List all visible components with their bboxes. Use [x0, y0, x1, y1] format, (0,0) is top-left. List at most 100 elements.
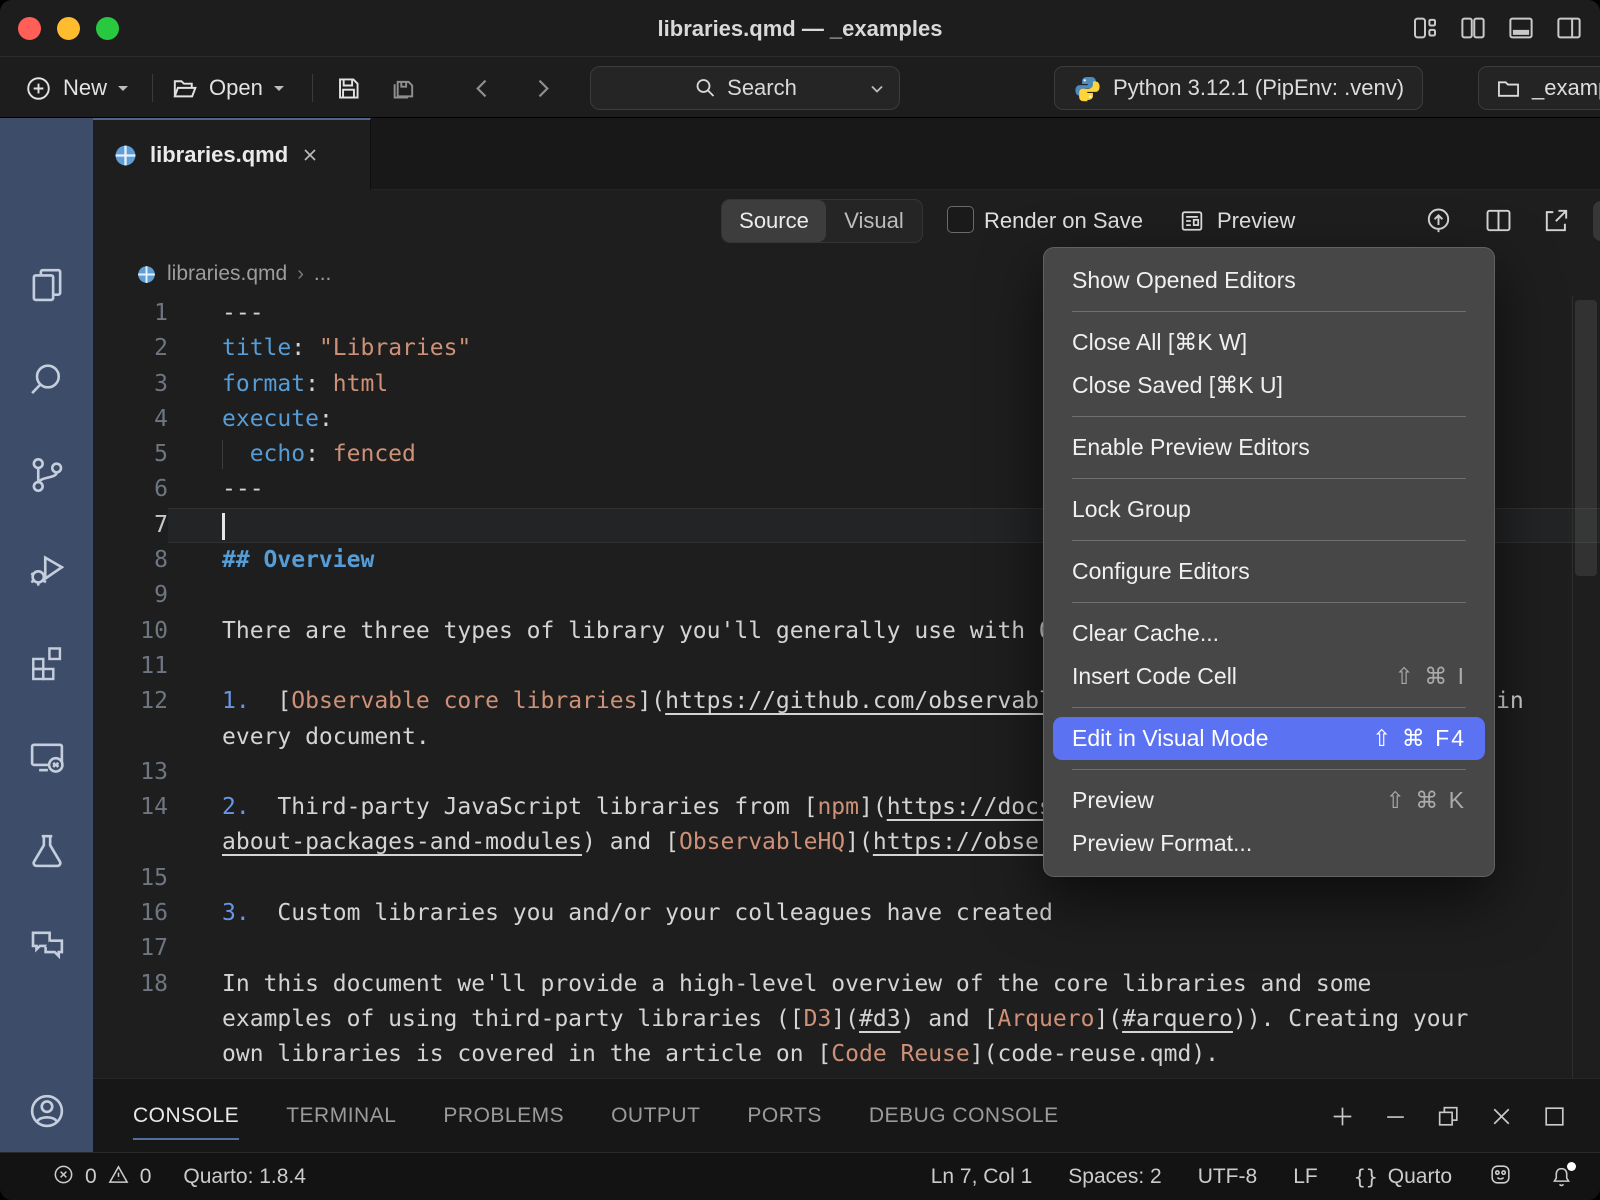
feedback-smiley-icon[interactable] [1488, 1162, 1513, 1193]
menu-item-enable-preview-editors[interactable]: Enable Preview Editors [1044, 426, 1494, 469]
line-number: 11 [93, 649, 168, 684]
new-console-plus-icon[interactable] [1329, 1103, 1356, 1135]
menu-item-close-all-k-w[interactable]: Close All [⌘K W] [1044, 321, 1494, 364]
editor-scrollbar-track [1572, 296, 1573, 1078]
restore-panel-icon[interactable] [1435, 1103, 1462, 1135]
save-icon [334, 74, 363, 103]
maximize-panel-icon[interactable] [1541, 1103, 1568, 1135]
new-button[interactable]: New [24, 58, 131, 118]
tab-libraries-qmd[interactable]: libraries.qmd [93, 118, 371, 190]
split-editor-layout-icon[interactable] [1458, 13, 1488, 48]
extensions-icon[interactable] [0, 642, 93, 684]
workspace-selector[interactable]: _examples [1478, 66, 1600, 110]
more-actions-button[interactable] [1593, 201, 1600, 241]
toolbar-separator [152, 74, 153, 102]
source-mode-button[interactable]: Source [722, 200, 826, 242]
editor-scrollbar-thumb[interactable] [1575, 300, 1597, 576]
breadcrumb-file: libraries.qmd [167, 262, 287, 286]
menu-shortcut: ⇧ ⌘ I [1395, 663, 1466, 690]
errors-icon[interactable] [52, 1163, 75, 1192]
run-debug-icon[interactable] [0, 548, 93, 590]
line-number [93, 1002, 168, 1037]
eol-status[interactable]: LF [1293, 1165, 1318, 1189]
split-editor-icon[interactable] [1483, 205, 1514, 241]
comments-icon[interactable] [0, 924, 93, 966]
preview-button[interactable]: Preview [1178, 190, 1295, 252]
source-control-icon[interactable] [0, 454, 93, 496]
menu-item-configure-editors[interactable]: Configure Editors [1044, 550, 1494, 593]
explorer-icon[interactable] [0, 264, 93, 306]
panel-tab-output[interactable]: OUTPUT [611, 1104, 700, 1128]
save-all-button[interactable] [388, 58, 417, 118]
menu-divider [1072, 478, 1466, 479]
testing-icon[interactable] [0, 830, 93, 872]
render-on-save-label: Render on Save [984, 190, 1143, 252]
menu-item-preview-format[interactable]: Preview Format... [1044, 822, 1494, 865]
account-icon[interactable] [0, 1090, 93, 1132]
line-number [93, 1037, 168, 1072]
menu-shortcut: ⇧ ⌘ K [1386, 787, 1466, 814]
menu-item-close-saved-k-u[interactable]: Close Saved [⌘K U] [1044, 364, 1494, 407]
close-tab-icon[interactable] [300, 145, 320, 165]
warnings-count[interactable]: 0 [140, 1165, 152, 1189]
breadcrumb-more: ... [314, 262, 332, 286]
menu-item-clear-cache[interactable]: Clear Cache... [1044, 612, 1494, 655]
errors-count[interactable]: 0 [85, 1165, 97, 1189]
close-panel-icon[interactable] [1488, 1103, 1515, 1135]
save-button[interactable] [334, 58, 363, 118]
chevron-down-icon [869, 81, 885, 97]
menu-divider [1072, 416, 1466, 417]
menu-item-insert-code-cell[interactable]: Insert Code Cell⇧ ⌘ I [1044, 655, 1494, 698]
forward-button[interactable] [528, 58, 557, 118]
open-button[interactable]: Open [170, 58, 287, 118]
menu-item-edit-in-visual-mode[interactable]: Edit in Visual Mode⇧ ⌘ F4 [1053, 717, 1485, 760]
title-bar: libraries.qmd — _examples [0, 0, 1600, 57]
source-visual-toggle: Source Visual [721, 199, 923, 243]
toggle-panel-icon[interactable] [1506, 13, 1536, 48]
open-in-new-window-icon[interactable] [1541, 205, 1572, 241]
line-number: 5 [93, 437, 168, 472]
search-icon[interactable] [0, 359, 93, 401]
customize-layout-icon[interactable] [1410, 13, 1440, 48]
visual-mode-button[interactable]: Visual [826, 200, 922, 242]
render-on-save-checkbox[interactable] [947, 206, 974, 233]
code-line: examples of using third-party libraries … [93, 1002, 1600, 1037]
folder-open-icon [170, 74, 199, 103]
code-line: 17 [93, 931, 1600, 966]
panel-tab-problems[interactable]: PROBLEMS [443, 1104, 564, 1128]
line-number: 10 [93, 614, 168, 649]
python-icon [1073, 74, 1102, 103]
render-document-icon[interactable] [1423, 205, 1454, 241]
minimize-panel-icon[interactable] [1382, 1103, 1409, 1135]
panel-tab-console[interactable]: CONSOLE [133, 1104, 239, 1128]
text-cursor [222, 513, 225, 540]
interpreter-selector[interactable]: Python 3.12.1 (PipEnv: .venv) [1054, 66, 1423, 110]
indentation-status[interactable]: Spaces: 2 [1068, 1165, 1161, 1189]
quarto-file-icon [136, 264, 157, 285]
line-number: 15 [93, 861, 168, 896]
encoding-status[interactable]: UTF-8 [1198, 1165, 1258, 1189]
language-mode-status[interactable]: {} Quarto [1354, 1165, 1452, 1189]
cursor-position-status[interactable]: Ln 7, Col 1 [931, 1165, 1033, 1189]
back-button[interactable] [468, 58, 497, 118]
quarto-version-status[interactable]: Quarto: 1.8.4 [183, 1165, 306, 1189]
line-number: 1 [93, 296, 168, 331]
panel-tab-debug-console[interactable]: DEBUG CONSOLE [869, 1104, 1059, 1128]
menu-item-lock-group[interactable]: Lock Group [1044, 488, 1494, 531]
activity-bar: ⚙ [0, 118, 93, 1152]
editor-tab-strip: libraries.qmd [93, 118, 1600, 190]
menu-item-preview[interactable]: Preview⇧ ⌘ K [1044, 779, 1494, 822]
panel-tab-ports[interactable]: PORTS [747, 1104, 821, 1128]
menu-item-show-opened-editors[interactable]: Show Opened Editors [1044, 259, 1494, 302]
line-number [93, 825, 168, 860]
panel-tab-terminal[interactable]: TERMINAL [286, 1104, 396, 1128]
warnings-icon[interactable] [107, 1163, 130, 1192]
code-line: own libraries is covered in the article … [93, 1037, 1600, 1072]
chevron-down-icon [271, 80, 287, 96]
search-input[interactable]: Search [590, 66, 900, 110]
folder-icon [1495, 75, 1522, 102]
line-number: 14 [93, 790, 168, 825]
remote-explorer-icon[interactable] [0, 736, 93, 778]
notifications-bell-icon[interactable] [1549, 1165, 1574, 1190]
toggle-secondary-sidebar-icon[interactable] [1554, 13, 1584, 48]
